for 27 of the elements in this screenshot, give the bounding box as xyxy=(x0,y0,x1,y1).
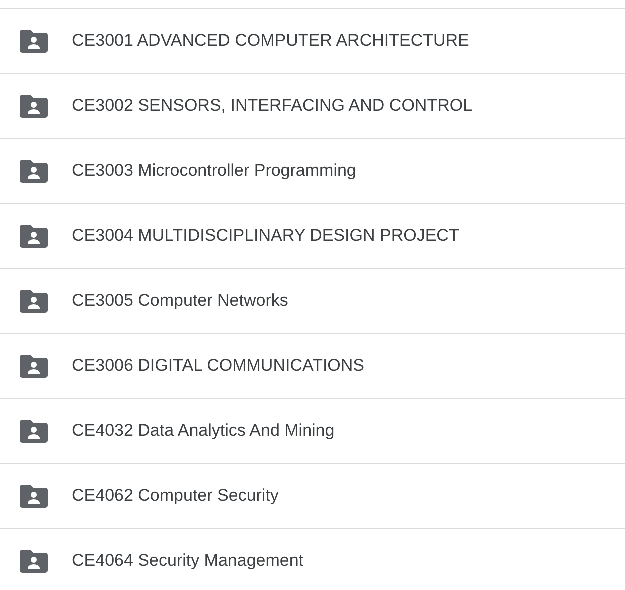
folder-row[interactable]: CE3003 Microcontroller Programming xyxy=(0,139,625,204)
folder-row[interactable]: CE4032 Data Analytics And Mining xyxy=(0,399,625,464)
folder-name: CE3006 DIGITAL COMMUNICATIONS xyxy=(72,355,365,378)
folder-name: CE4064 Security Management xyxy=(72,550,304,572)
folder-row[interactable]: CE4062 Computer Security xyxy=(0,464,625,529)
folder-name: CE3002 SENSORS, INTERFACING AND CONTROL xyxy=(72,95,473,118)
folder-row[interactable]: CE3004 MULTIDISCIPLINARY DESIGN PROJECT xyxy=(0,204,625,269)
folder-name: CE3005 Computer Networks xyxy=(72,290,288,312)
folder-row[interactable]: CE3006 DIGITAL COMMUNICATIONS xyxy=(0,334,625,399)
shared-folder-icon xyxy=(20,160,48,182)
folder-row[interactable]: CE3001 ADVANCED COMPUTER ARCHITECTURE xyxy=(0,9,625,74)
shared-folder-icon xyxy=(20,290,48,312)
shared-folder-icon xyxy=(20,420,48,442)
shared-folder-icon xyxy=(20,224,48,248)
folder-row[interactable]: CE4064 Security Management xyxy=(0,529,625,590)
folder-name: CE4062 Computer Security xyxy=(72,485,279,508)
folder-name: CE3003 Microcontroller Programming xyxy=(72,160,356,182)
shared-folder-icon xyxy=(20,484,48,508)
folder-name: CE4032 Data Analytics And Mining xyxy=(72,420,335,442)
folder-row[interactable]: CE3002 SENSORS, INTERFACING AND CONTROL xyxy=(0,74,625,139)
shared-folder-icon xyxy=(20,94,48,118)
folder-row[interactable]: CE3005 Computer Networks xyxy=(0,269,625,334)
shared-folder-icon xyxy=(20,354,48,378)
folder-name: CE3004 MULTIDISCIPLINARY DESIGN PROJECT xyxy=(72,225,460,248)
shared-folder-icon xyxy=(20,550,48,572)
shared-folder-icon xyxy=(20,30,48,52)
folder-name: CE3001 ADVANCED COMPUTER ARCHITECTURE xyxy=(72,30,470,52)
